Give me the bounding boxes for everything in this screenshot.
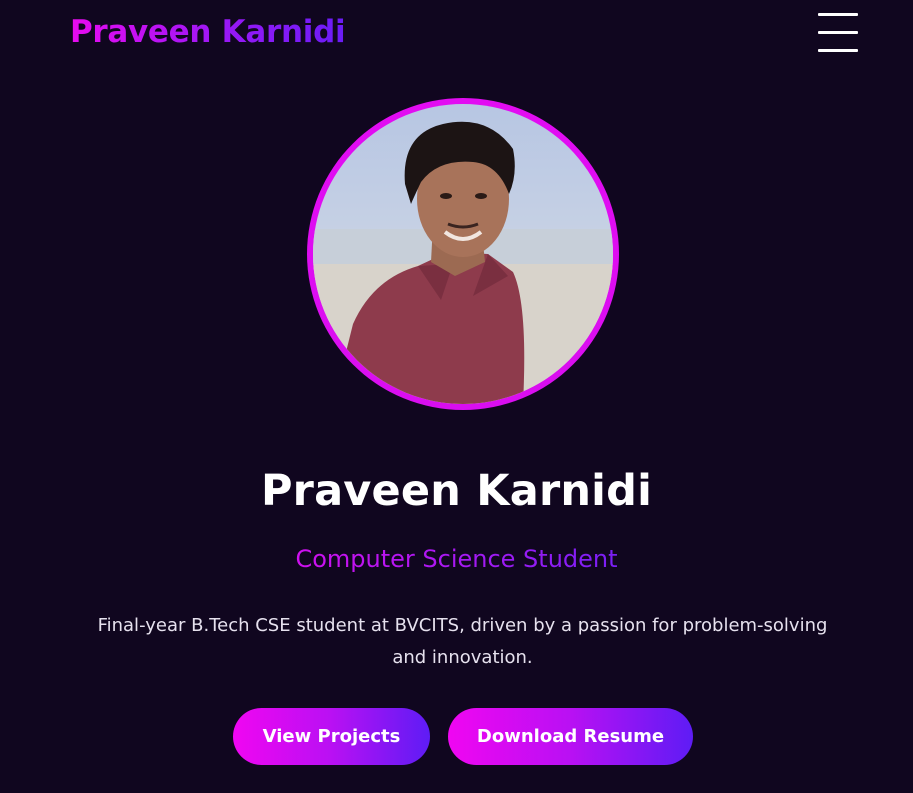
menu-bar [818,49,858,52]
menu-bar [818,13,858,16]
view-projects-button[interactable]: View Projects [233,708,430,765]
avatar [313,104,613,404]
avatar-photo [313,121,613,404]
hero-name: Praveen Karnidi [260,466,653,516]
menu-bar [818,31,858,34]
hero-role-text: Computer Science Student [295,545,618,573]
hero-bio: Final-year B.Tech CSE student at BVCITS,… [97,615,828,668]
hero-role: Computer Science Student [0,545,913,573]
brand-logo-text[interactable]: Praveen Karnidi [70,14,346,50]
hamburger-menu-icon[interactable] [818,12,858,54]
download-resume-button[interactable]: Download Resume [448,708,693,765]
avatar-ring [307,98,619,410]
portfolio-page: Praveen Karnidi Praveen Karnidi Computer… [0,0,913,793]
site-header: Praveen Karnidi [0,0,913,72]
